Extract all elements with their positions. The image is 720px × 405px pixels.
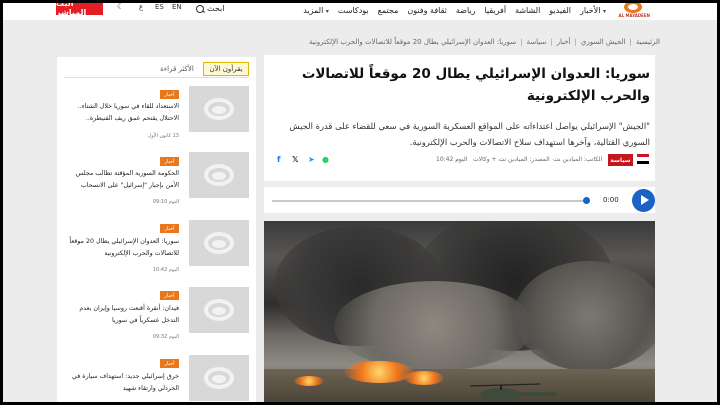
nav-item-more[interactable]: المزيد ▾	[303, 6, 329, 15]
article-hero-image	[264, 221, 655, 405]
news-thumbnail[interactable]	[189, 220, 249, 266]
section-badge[interactable]: سياسة	[608, 154, 633, 166]
lang-en[interactable]: EN	[172, 3, 182, 11]
breadcrumb-current: سوريا: العدوان الإسرائيلي يطال 20 موقعاً…	[308, 38, 517, 46]
search-label: ابحث	[207, 4, 225, 13]
lang-ar[interactable]: ع	[139, 3, 143, 11]
main-nav: الأخبار ▾ الفيديو الشاشة أفريقيا رياضة ث…	[303, 0, 606, 20]
nav-item-sports[interactable]: رياضة	[456, 6, 476, 15]
news-date: اليوم 10:42	[152, 267, 179, 273]
tab-divider	[64, 77, 249, 78]
syria-flag-icon	[637, 154, 649, 164]
news-badge: أخبار	[160, 291, 179, 300]
telegram-share-icon[interactable]: ➤	[308, 155, 315, 164]
search-icon	[196, 4, 204, 13]
mayadeen-logo-icon	[204, 164, 234, 186]
news-title[interactable]: فيدان: أنقرة أقنعت روسيا وإيران بعدم الت…	[66, 303, 179, 327]
site-logo[interactable]: AL MAYADEEN	[610, 1, 650, 19]
nav-item-africa[interactable]: أفريقيا	[484, 6, 506, 15]
news-thumbnail[interactable]	[189, 287, 249, 333]
nav-item-podcast[interactable]: بودكاست	[338, 6, 369, 15]
breadcrumb-politics[interactable]: سياسة	[527, 38, 547, 46]
breadcrumb-syrian-army[interactable]: الجيش السوري	[581, 38, 626, 46]
news-badge: أخبار	[160, 157, 179, 166]
news-title[interactable]: الاستعداد للقاء في سوريا خلال الشتاء.. ا…	[66, 101, 179, 125]
lang-es[interactable]: ES	[155, 3, 164, 11]
nav-item-culture[interactable]: ثقافة وفنون	[407, 6, 446, 15]
chevron-down-icon: ▾	[325, 7, 329, 15]
search-button[interactable]: ابحث	[196, 4, 224, 13]
chevron-down-icon: ▾	[602, 7, 606, 15]
news-thumbnail[interactable]	[189, 86, 249, 132]
news-date: اليوم 09:10	[152, 199, 179, 205]
theme-toggle-icon[interactable]: ☾	[117, 2, 124, 11]
news-thumbnail[interactable]	[189, 355, 249, 401]
live-stream-button[interactable]: البث المباشر	[56, 0, 103, 17]
mayadeen-logo-icon	[204, 98, 234, 120]
audio-time: 0:00	[603, 196, 619, 204]
nav-item-screen[interactable]: الشاشة	[515, 6, 540, 15]
x-share-icon[interactable]: 𝕏	[292, 155, 298, 164]
helicopter-image	[469, 383, 560, 405]
audio-progress-track[interactable]	[272, 200, 590, 202]
news-badge: أخبار	[160, 359, 179, 368]
news-title[interactable]: خرق إسرائيلي جديد: استهداف سيارة في الخر…	[66, 371, 179, 395]
top-bar: AL MAYADEEN الأخبار ▾ الفيديو الشاشة أفر…	[0, 0, 720, 20]
mayadeen-logo-icon	[204, 232, 234, 254]
news-date: 13 كانون الأول	[147, 133, 179, 139]
article-author: الكاتب: الميادين نت	[553, 156, 603, 163]
news-badge: أخبار	[160, 224, 179, 233]
nav-item-video[interactable]: الفيديو	[549, 6, 571, 15]
news-title[interactable]: سوريا: العدوان الإسرائيلي يطال 20 موقعاً…	[66, 236, 179, 260]
news-title[interactable]: الحكومة السورية المؤقتة تطالب مجلس الأمن…	[66, 168, 179, 192]
breadcrumb: الرئيسية | الجيش السوري | أخبار | سياسة | سو…	[308, 38, 660, 46]
logo-mark-icon	[624, 1, 642, 13]
whatsapp-share-icon[interactable]: ●	[322, 155, 329, 164]
news-thumbnail[interactable]	[189, 152, 249, 198]
nav-item-news[interactable]: الأخبار ▾	[580, 6, 606, 15]
nav-item-society[interactable]: مجتمع	[378, 6, 399, 15]
news-date: اليوم 09:32	[152, 334, 179, 340]
article-summary: "الجيش" الإسرائيلي يواصل اعتداءاته على ا…	[289, 121, 650, 147]
tab-reading-now[interactable]: يقرأون الآن	[203, 62, 249, 76]
play-button[interactable]	[632, 189, 655, 212]
article-time: اليوم 10:42	[436, 156, 468, 163]
tab-most-read[interactable]: الأكثر قراءة	[155, 62, 199, 76]
breadcrumb-news[interactable]: أخبار	[557, 38, 571, 46]
article-headline: سوريا: العدوان الإسرائيلي يطال 20 موقعاً…	[301, 66, 650, 104]
news-badge: أخبار	[160, 90, 179, 99]
article-source: المصدر: الميادين نت + وكالات	[473, 156, 550, 163]
facebook-share-icon[interactable]: f	[277, 155, 280, 164]
breadcrumb-home[interactable]: الرئيسية	[636, 38, 660, 46]
mayadeen-logo-icon	[204, 299, 234, 321]
mayadeen-logo-icon	[204, 367, 234, 389]
logo-text: AL MAYADEEN	[618, 13, 650, 18]
